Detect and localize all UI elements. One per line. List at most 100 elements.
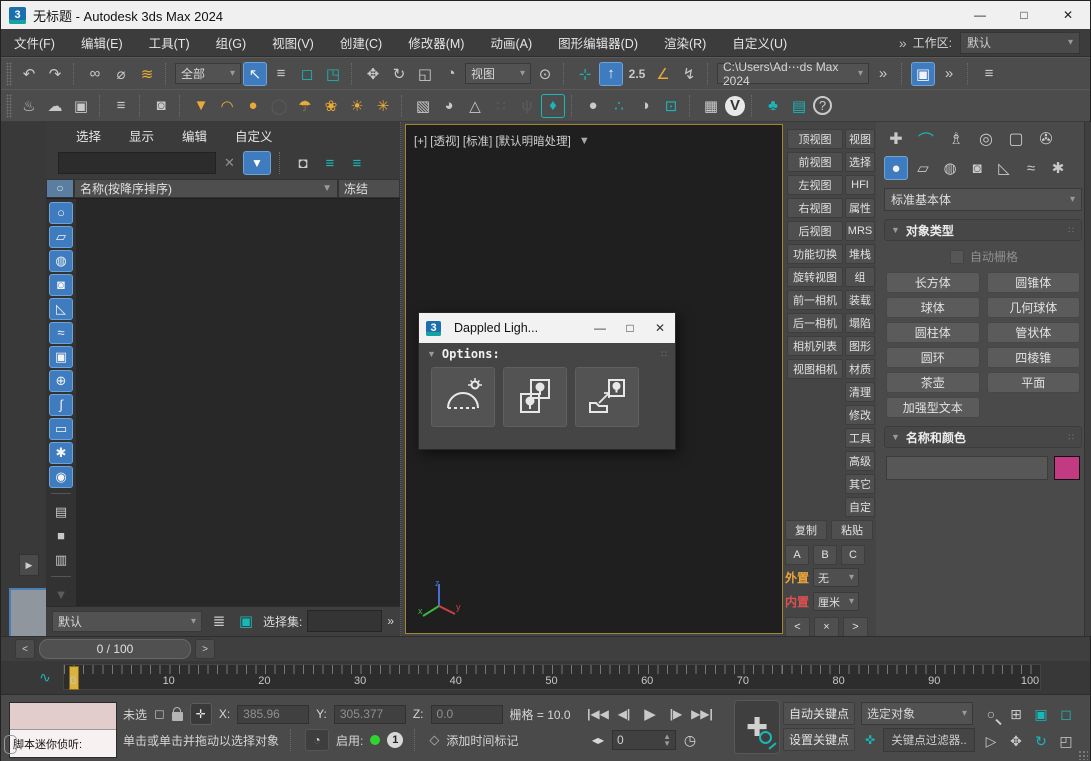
menu-rendering[interactable]: 渲染(R) bbox=[651, 33, 719, 52]
selection-lock-region-icon[interactable]: ◻ bbox=[154, 706, 165, 722]
object-type-button[interactable]: 圆环 bbox=[886, 347, 980, 368]
object-type-button[interactable]: 球体 bbox=[886, 297, 980, 318]
snaps-toggle-icon[interactable]: ↑ bbox=[599, 62, 623, 86]
dialog-maximize-button[interactable]: □ bbox=[615, 313, 645, 343]
category-systems-icon[interactable]: ✱ bbox=[1046, 156, 1070, 180]
window-crossing-icon[interactable]: ◳ bbox=[321, 62, 345, 86]
display-bones-icon[interactable]: ∫ bbox=[49, 394, 73, 416]
side-button[interactable]: 工具 bbox=[845, 428, 875, 448]
palette-icon[interactable]: ◑ bbox=[633, 94, 657, 118]
dappled-images-button[interactable] bbox=[503, 367, 567, 427]
filter-settings-icon[interactable]: ▼ bbox=[49, 584, 73, 606]
maxscript-mini-listener[interactable]: 脚本迷你侦听: bbox=[9, 702, 117, 758]
side-button[interactable]: 视图 bbox=[845, 129, 875, 149]
pyramid-export-icon[interactable]: △ bbox=[463, 94, 487, 118]
light-dome-icon[interactable]: ◠ bbox=[215, 94, 239, 118]
state-camera-icon[interactable]: ◙ bbox=[149, 94, 173, 118]
undo-icon[interactable]: ↶ bbox=[17, 62, 41, 86]
current-frame-field[interactable]: 0 ▲▼ bbox=[612, 730, 676, 750]
explorer-menu-display[interactable]: 显示 bbox=[115, 126, 168, 145]
light-bee-icon[interactable]: ❀ bbox=[319, 94, 343, 118]
maximize-viewport-icon[interactable]: ◰ bbox=[1054, 729, 1078, 753]
orbit-icon[interactable]: ↻ bbox=[1029, 729, 1053, 753]
vray-icon[interactable]: V bbox=[725, 96, 745, 116]
collapse-tree-icon[interactable]: ≡ bbox=[345, 151, 369, 175]
display-hidden-eye-icon[interactable]: ◉ bbox=[49, 466, 73, 488]
object-name-input[interactable] bbox=[886, 456, 1048, 480]
frame-readout[interactable]: 0 / 100 bbox=[39, 639, 191, 659]
side-button[interactable]: 顶视图 bbox=[787, 129, 843, 149]
display-lights-icon[interactable]: ◍ bbox=[49, 250, 73, 272]
set-key-button[interactable]: 设置关键点 bbox=[783, 728, 855, 751]
category-space-warps-icon[interactable]: ≈ bbox=[1019, 156, 1043, 180]
autogrid-checkbox[interactable] bbox=[950, 250, 964, 264]
export-image-button[interactable] bbox=[575, 367, 639, 427]
reference-coordinate-dropdown[interactable]: 视图▾ bbox=[465, 63, 531, 84]
side-button[interactable]: 塌陷 bbox=[845, 313, 875, 333]
rectangular-selection-region-icon[interactable]: ◻ bbox=[295, 62, 319, 86]
grass-icon[interactable]: ψ bbox=[515, 94, 539, 118]
next-frame-icon[interactable]: |▶ bbox=[664, 702, 688, 726]
tab-create[interactable]: ✚ bbox=[884, 127, 908, 151]
side-button[interactable]: 高级 bbox=[845, 451, 875, 471]
go-to-end-icon[interactable]: ▶▶| bbox=[690, 702, 714, 726]
tab-hierarchy[interactable]: ♗ bbox=[944, 127, 968, 151]
selection-set-input[interactable] bbox=[307, 610, 382, 632]
close-button[interactable]: ✕ bbox=[1046, 1, 1090, 29]
geometry-box-icon[interactable]: ▧ bbox=[411, 94, 435, 118]
side-button[interactable]: 其它 bbox=[845, 474, 875, 494]
side-button[interactable]: 后一相机 bbox=[787, 313, 843, 333]
pan-icon[interactable]: ✥ bbox=[1004, 729, 1028, 753]
prev-frame-button[interactable]: < bbox=[15, 639, 35, 659]
side-button[interactable]: 选择 bbox=[845, 152, 875, 172]
command-panel-scrollbar[interactable] bbox=[1084, 122, 1091, 636]
explorer-menu-select[interactable]: 选择 bbox=[62, 126, 115, 145]
minimize-button[interactable]: — bbox=[958, 1, 1002, 29]
side-button[interactable]: 清理 bbox=[845, 382, 875, 402]
time-configuration-icon[interactable]: ◔ bbox=[305, 729, 329, 751]
squares-icon[interactable]: ∷ bbox=[489, 94, 513, 118]
menu-group[interactable]: 组(G) bbox=[203, 33, 260, 52]
explorer-menu-customize[interactable]: 自定义 bbox=[221, 126, 287, 145]
column-icon-header[interactable]: ○ bbox=[46, 179, 74, 198]
toolbar-overflow-icon[interactable]: » bbox=[871, 62, 895, 86]
next-frame-button[interactable]: > bbox=[195, 639, 215, 659]
explorer-preset-dropdown[interactable]: 默认 ▾ bbox=[52, 611, 202, 632]
menu-modifiers[interactable]: 修改器(M) bbox=[395, 33, 477, 52]
side-button[interactable]: 自定 bbox=[845, 497, 875, 517]
project-folder-dropdown[interactable]: C:\Users\Ad⋯ds Max 2024▾ bbox=[717, 63, 869, 84]
blank-square-icon[interactable]: ■ bbox=[49, 525, 73, 547]
paste-button[interactable]: 粘贴 bbox=[831, 520, 873, 540]
display-shapes-icon[interactable]: ▱ bbox=[49, 226, 73, 248]
redo-icon[interactable]: ↷ bbox=[43, 62, 67, 86]
help-icon[interactable]: ? bbox=[813, 96, 832, 115]
object-category-dropdown[interactable]: 标准基本体 ▾ bbox=[884, 188, 1082, 211]
object-type-rollout[interactable]: ▼ 对象类型 ∷ bbox=[884, 219, 1082, 241]
object-type-button[interactable]: 圆锥体 bbox=[987, 272, 1081, 293]
object-type-button[interactable]: 管状体 bbox=[987, 322, 1081, 343]
slot-a-button[interactable]: A bbox=[785, 545, 809, 565]
select-by-name-icon[interactable]: ≡ bbox=[269, 62, 293, 86]
select-object-icon[interactable]: ↖ bbox=[243, 62, 267, 86]
slot-c-button[interactable]: C bbox=[841, 545, 865, 565]
nav-prev-button[interactable]: < bbox=[785, 617, 810, 637]
zoom-extents-icon[interactable]: ▣ bbox=[1029, 702, 1053, 726]
copy-button[interactable]: 复制 bbox=[785, 520, 827, 540]
doc-text-icon[interactable]: ▤ bbox=[49, 501, 73, 523]
side-button[interactable]: 材质 bbox=[845, 359, 875, 379]
side-button[interactable]: 前一相机 bbox=[787, 290, 843, 310]
display-groups-icon[interactable]: ▣ bbox=[49, 346, 73, 368]
auto-key-button[interactable]: 自动关键点 bbox=[783, 702, 855, 725]
side-button[interactable]: 装载 bbox=[845, 290, 875, 310]
category-cameras-icon[interactable]: ◙ bbox=[965, 156, 989, 180]
side-button[interactable]: HFI bbox=[845, 175, 875, 195]
menu-animation[interactable]: 动画(A) bbox=[477, 33, 545, 52]
explorer-object-list[interactable] bbox=[76, 199, 400, 606]
y-coordinate-field[interactable]: 305.377 bbox=[334, 705, 406, 724]
forest-trees-icon[interactable]: ♣ bbox=[761, 94, 785, 118]
time-configuration-clock-icon[interactable]: ◷ bbox=[678, 729, 702, 751]
menu-graph-editors[interactable]: 图形编辑器(D) bbox=[545, 33, 651, 52]
side-button[interactable]: 修改 bbox=[845, 405, 875, 425]
layers-icon[interactable]: ≡ bbox=[977, 62, 1001, 86]
display-containers-icon[interactable]: ▭ bbox=[49, 418, 73, 440]
